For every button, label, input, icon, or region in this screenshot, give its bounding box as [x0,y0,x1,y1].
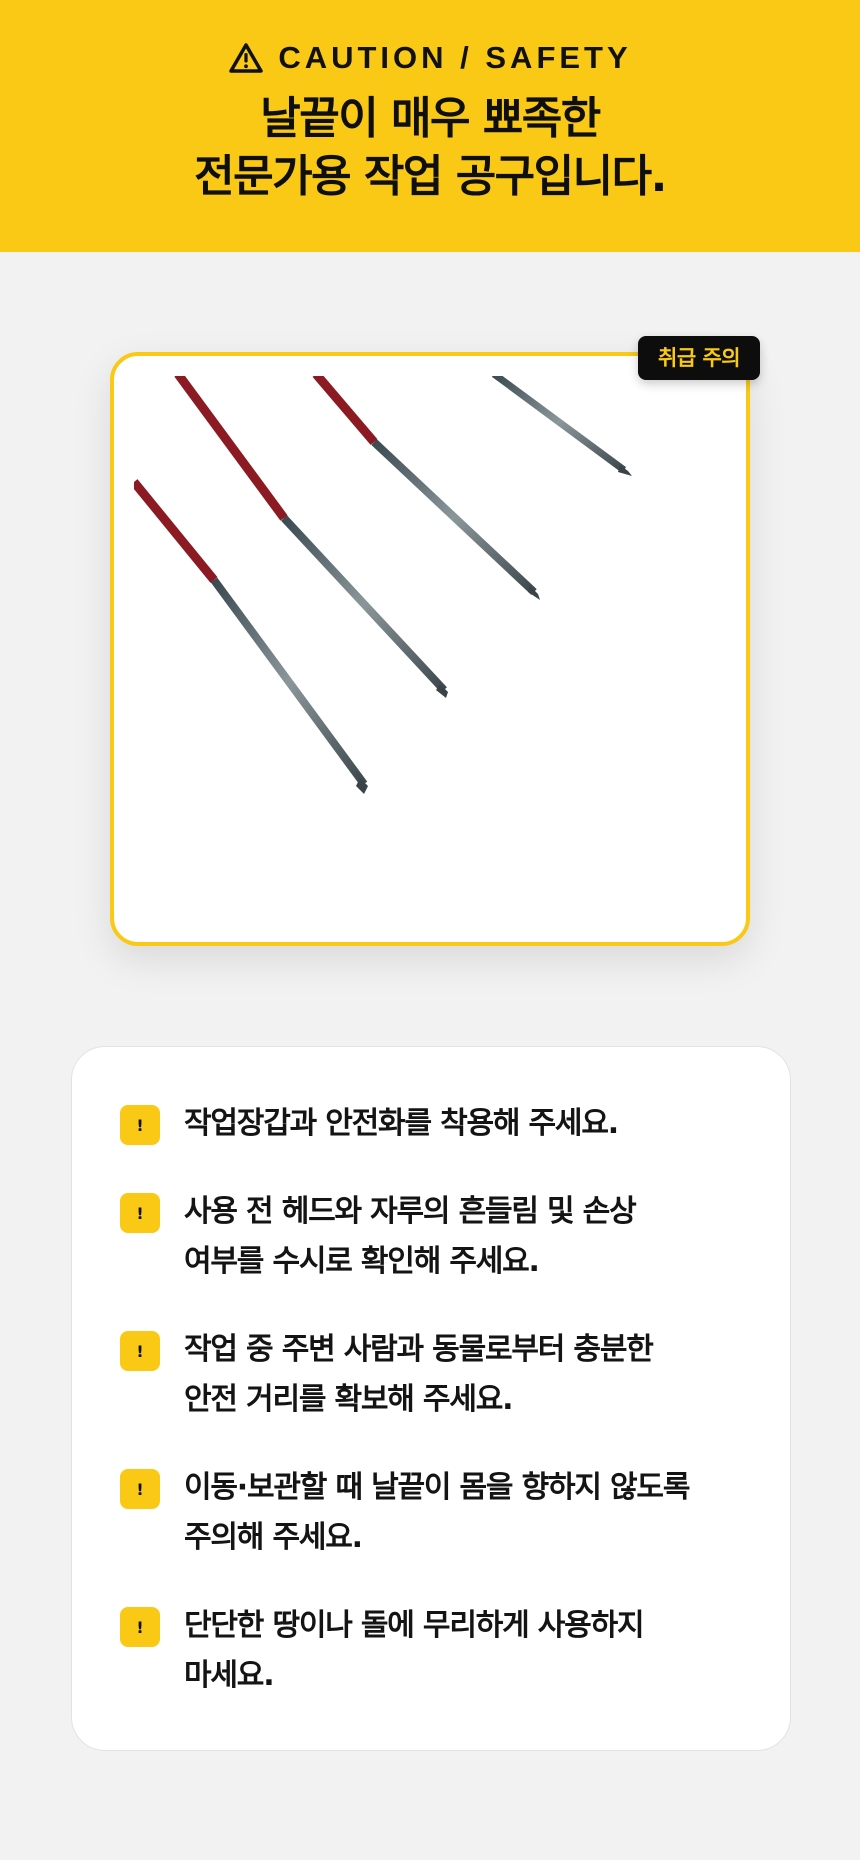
product-image-card [110,352,750,946]
warning-triangle-icon [228,42,264,74]
exclamation-icon: ! [120,1105,160,1145]
list-item: ! 작업장갑과 안전화를 착용해 주세요. [120,1099,750,1149]
exclamation-icon: ! [120,1331,160,1371]
note-line: 이동·보관할 때 날끝이 몸을 향하지 않도록 [184,1470,690,1505]
caution-label: CAUTION / SAFETY [278,40,632,75]
note-text: 단단한 땅이나 돌에 무리하게 사용하지 마세요. [184,1601,645,1701]
note-text: 작업 중 주변 사람과 동물로부터 충분한 안전 거리를 확보해 주세요. [184,1325,654,1425]
note-text: 사용 전 헤드와 자루의 흔들림 및 손상 여부를 수시로 확인해 주세요. [184,1187,637,1287]
handle-with-care-badge: 취급 주의 [638,336,761,380]
exclamation-icon: ! [120,1607,160,1647]
note-line: 작업 중 주변 사람과 동물로부터 충분한 [184,1332,654,1367]
note-line: 안전 거리를 확보해 주세요. [184,1382,514,1417]
list-item: ! 사용 전 헤드와 자루의 흔들림 및 손상 여부를 수시로 확인해 주세요. [120,1187,750,1287]
tool-1 [134,479,368,794]
note-text: 이동·보관할 때 날끝이 몸을 향하지 않도록 주의해 주세요. [184,1463,690,1563]
note-line: 사용 전 헤드와 자루의 흔들림 및 손상 [184,1194,637,1229]
tool-4 [491,376,632,476]
list-item: ! 이동·보관할 때 날끝이 몸을 향하지 않도록 주의해 주세요. [120,1463,750,1563]
list-item: ! 작업 중 주변 사람과 동물로부터 충분한 안전 거리를 확보해 주세요. [120,1325,750,1425]
note-line: 단단한 땅이나 돌에 무리하게 사용하지 [184,1608,645,1643]
exclamation-icon: ! [120,1469,160,1509]
list-item: ! 단단한 땅이나 돌에 무리하게 사용하지 마세요. [120,1601,750,1701]
tool-2 [174,376,448,698]
note-text: 작업장갑과 안전화를 착용해 주세요. [184,1099,619,1149]
headline-line-1: 날끝이 매우 뾰족한 [260,93,601,144]
note-line: 주의해 주세요. [184,1520,363,1555]
sharp-hand-tools-photo [134,376,632,794]
note-line: 작업장갑과 안전화를 착용해 주세요. [184,1106,619,1141]
tool-3 [312,376,540,600]
exclamation-icon: ! [120,1193,160,1233]
caution-label-row: CAUTION / SAFETY [0,40,860,76]
note-line: 마세요. [184,1658,275,1693]
caution-banner: CAUTION / SAFETY 날끝이 매우 뾰족한 전문가용 작업 공구입니… [0,0,860,252]
headline-line-2: 전문가용 작업 공구입니다. [194,151,667,202]
safety-notes-card: ! 작업장갑과 안전화를 착용해 주세요. ! 사용 전 헤드와 자루의 흔들림… [71,1046,791,1751]
note-line: 여부를 수시로 확인해 주세요. [184,1244,540,1279]
page-title: 날끝이 매우 뾰족한 전문가용 작업 공구입니다. [0,90,860,206]
